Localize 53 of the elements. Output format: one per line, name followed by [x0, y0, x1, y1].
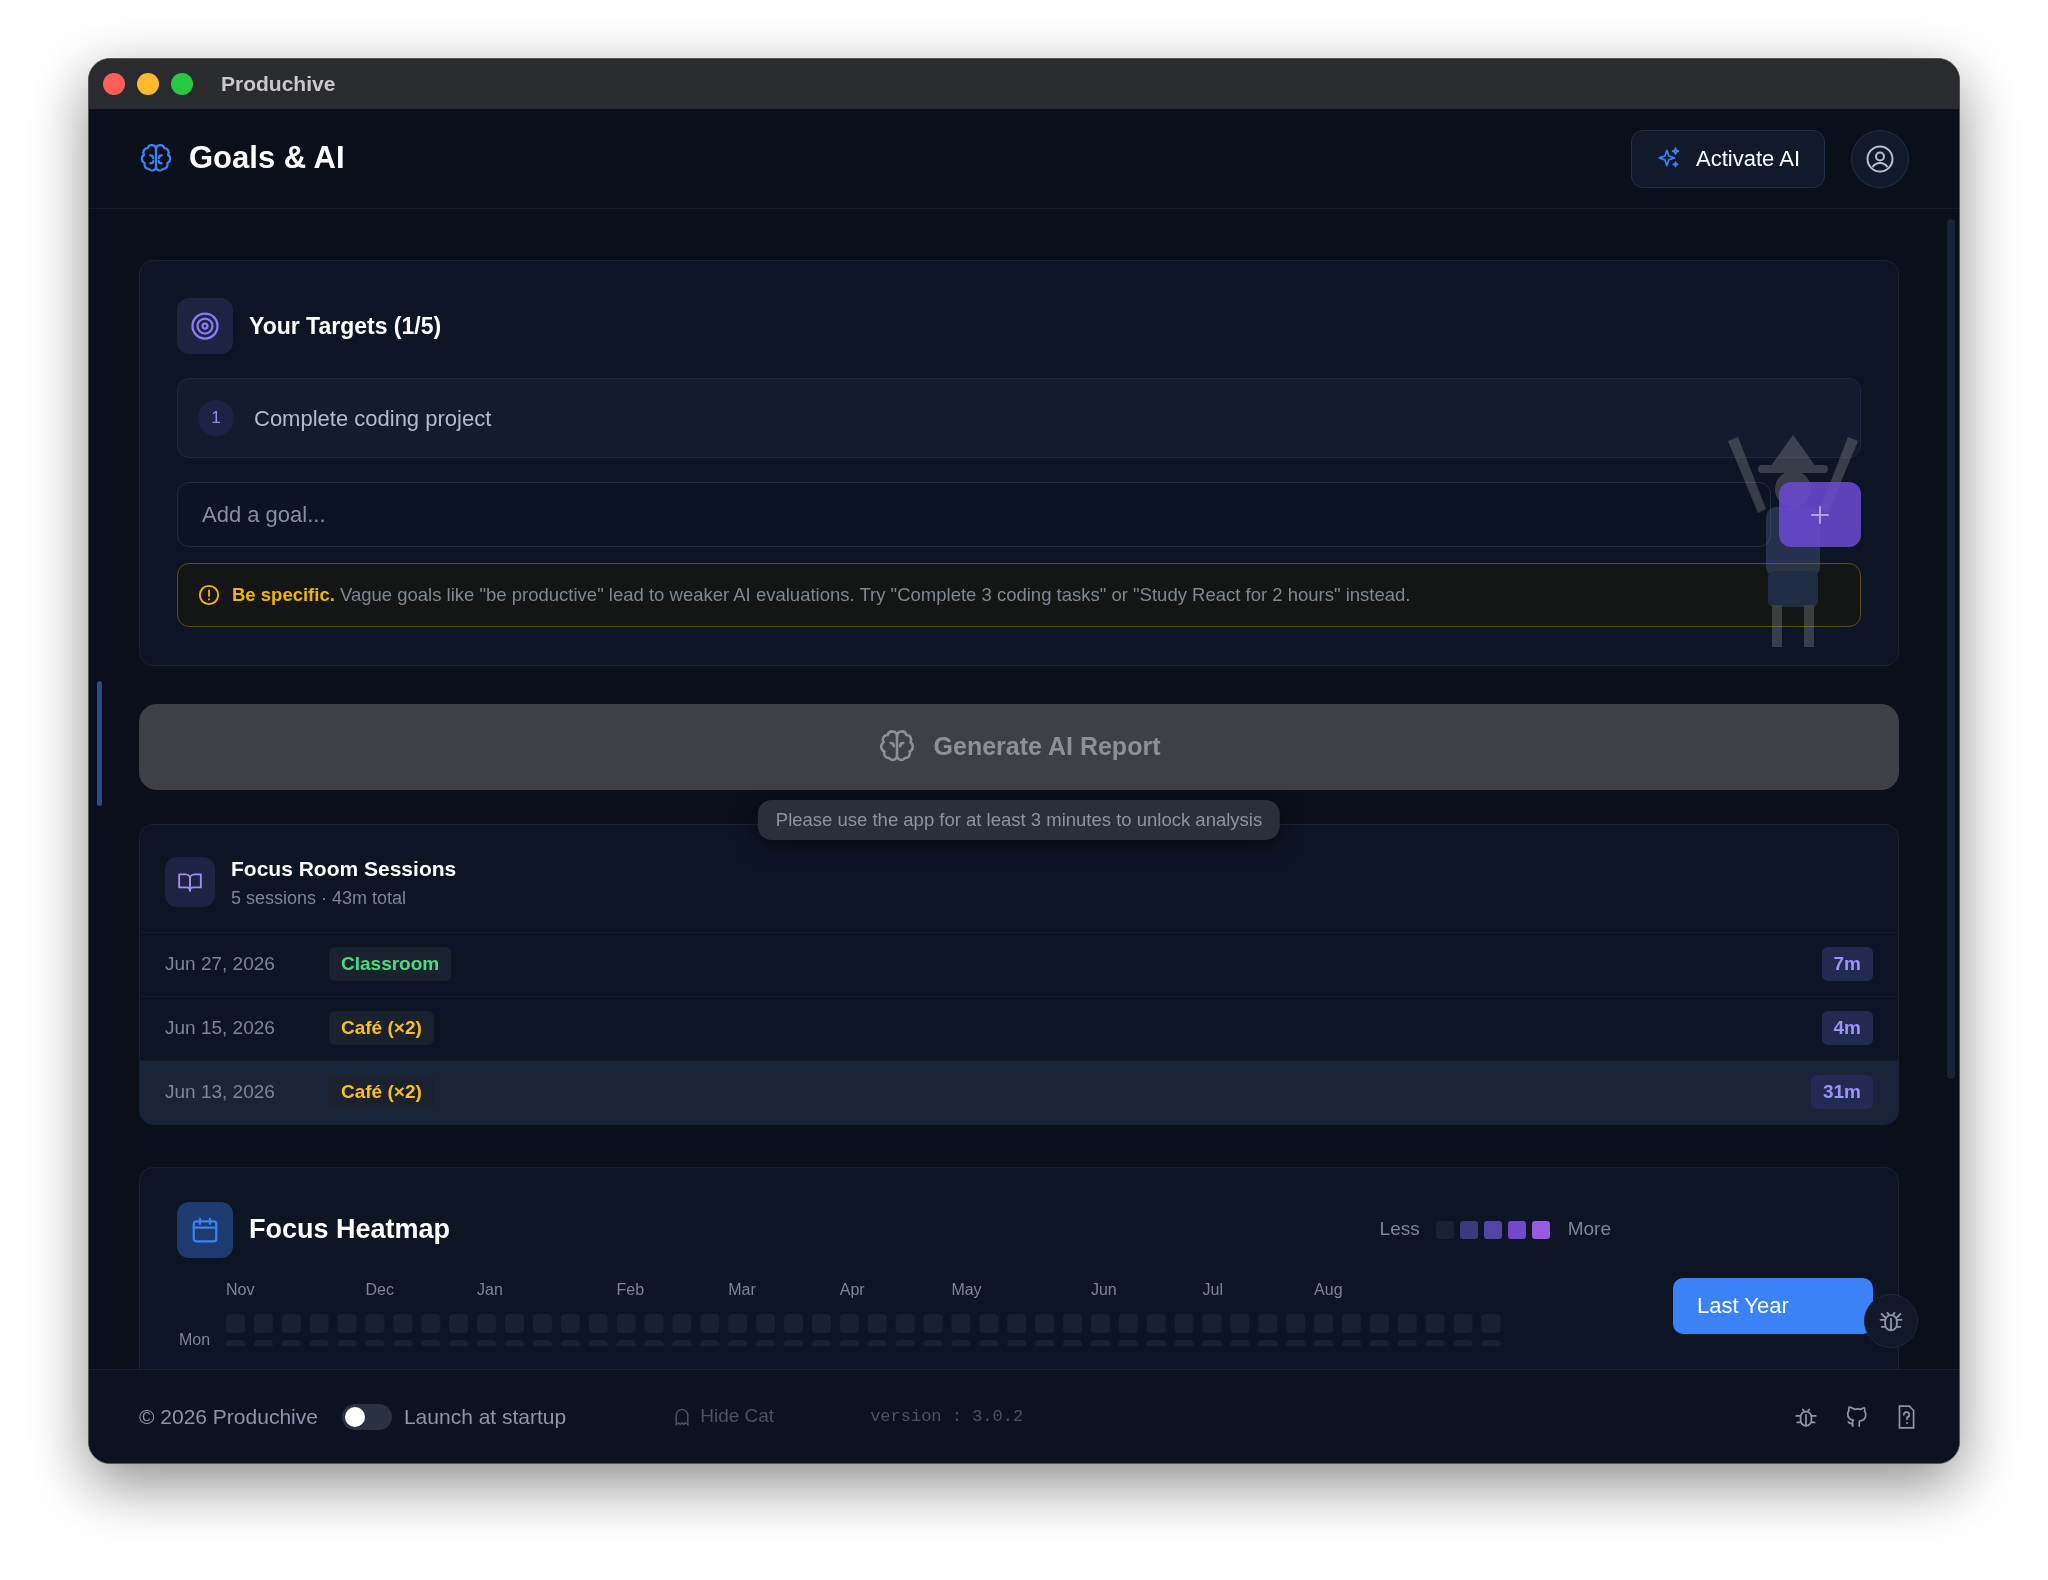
targets-title: Your Targets (1/5) — [249, 311, 442, 341]
goal-input-field[interactable]: Add a goal... — [177, 482, 1771, 547]
range-button[interactable]: Last Year — [1673, 1277, 1873, 1334]
goal-text: Complete coding project — [254, 404, 492, 433]
month-label: Apr — [839, 1279, 865, 1300]
activate-ai-button[interactable]: Activate AI — [1631, 129, 1825, 188]
session-row[interactable]: Jun 27, 2026 Classroom 7m — [140, 931, 1898, 996]
session-row[interactable]: Jun 15, 2026 Café (×2) 4m — [140, 995, 1898, 1060]
session-row[interactable]: Jun 13, 2026 Café (×2) 31m — [140, 1059, 1898, 1124]
sessions-title: Focus Room Sessions — [231, 856, 457, 882]
scrollbar[interactable] — [1947, 219, 1955, 1079]
room-tag: Café (×2) — [329, 1010, 434, 1046]
minimize-window-button[interactable] — [137, 73, 159, 95]
session-date: Jun 15, 2026 — [165, 1015, 276, 1040]
duration-tag: 31m — [1810, 1074, 1873, 1110]
room-tag: Café (×2) — [329, 1074, 434, 1110]
month-label: Mar — [728, 1279, 756, 1300]
calendar-icon — [177, 1201, 233, 1258]
user-icon — [1865, 143, 1895, 174]
copyright-text: © 2026 Produchive — [139, 1403, 318, 1430]
month-label: May — [951, 1279, 982, 1300]
month-label: Dec — [365, 1279, 394, 1300]
book-icon — [165, 857, 215, 908]
month-label: Aug — [1314, 1279, 1343, 1300]
month-label: Jan — [477, 1279, 503, 1300]
session-date: Jun 27, 2026 — [165, 951, 276, 976]
page-title: Goals & AI — [189, 139, 345, 178]
target-icon — [177, 298, 233, 354]
day-label: Mon — [179, 1329, 211, 1350]
warning-icon — [198, 584, 220, 606]
window-title: Produchive — [221, 71, 336, 98]
session-date: Jun 13, 2026 — [165, 1079, 276, 1104]
tip-text: Be specific. Vague goals like "be productive" lead to weaker AI evaluations. Try "Complete 3 coding tasks" or "Study React for 2 hours" instead. — [232, 583, 1411, 608]
heatmap-title: Focus Heatmap — [249, 1213, 451, 1247]
legend-label: More — [1567, 1217, 1611, 1242]
room-tag: Classroom — [329, 946, 452, 982]
duration-tag: 4m — [1821, 1010, 1873, 1046]
debug-button[interactable] — [1864, 1293, 1918, 1348]
month-label: Feb — [616, 1279, 645, 1300]
goal-number: 1 — [198, 400, 234, 436]
tooltip: Please use the app for at least 3 minutes to unlock analysis — [757, 800, 1281, 840]
goal-item[interactable]: 1 Complete coding project — [177, 378, 1861, 458]
version-text: version : 3.0.2 — [870, 1405, 1024, 1428]
month-label: Nov — [226, 1279, 255, 1300]
legend-label: Less — [1379, 1217, 1420, 1242]
month-label: Jul — [1202, 1279, 1223, 1300]
sessions-summary: 5 sessions · 43m total — [231, 886, 408, 910]
maximize-window-button[interactable] — [171, 73, 193, 95]
startup-toggle[interactable] — [341, 1403, 392, 1430]
duration-tag: 7m — [1821, 946, 1873, 982]
startup-label: Launch at startup — [403, 1403, 567, 1430]
month-label: Jun — [1090, 1279, 1117, 1300]
close-window-button[interactable] — [103, 73, 125, 95]
